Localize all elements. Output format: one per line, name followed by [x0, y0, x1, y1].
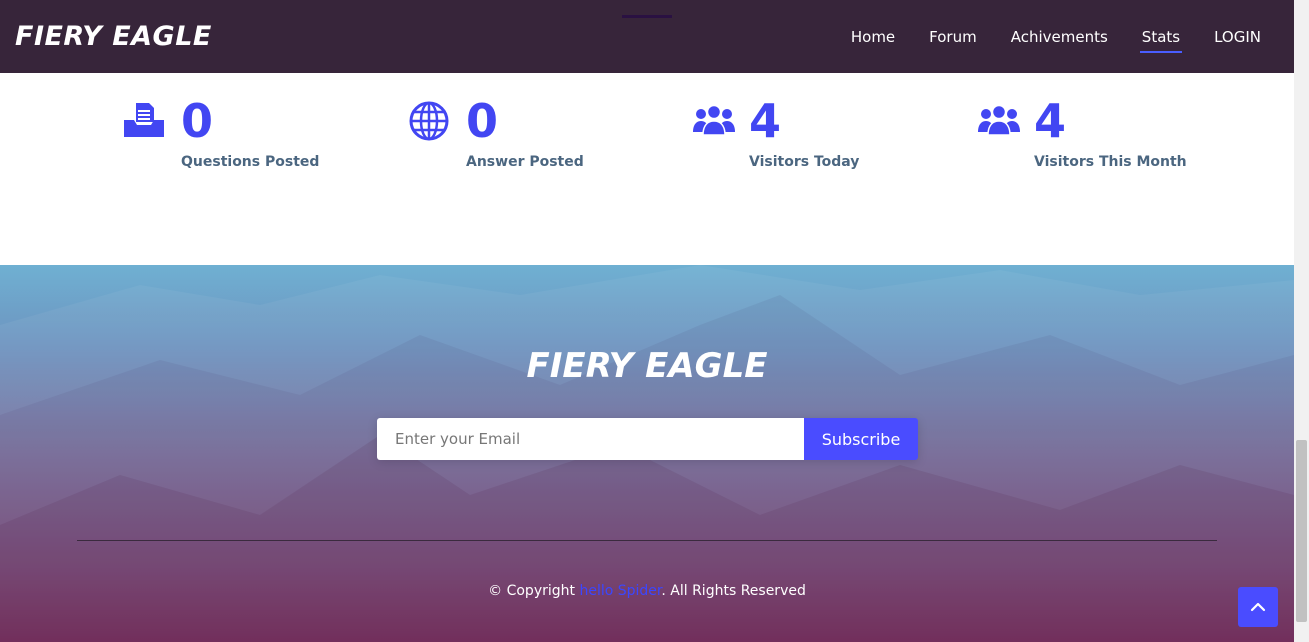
- stat-label: Questions Posted: [181, 154, 320, 170]
- copyright-suffix: . All Rights Reserved: [661, 583, 806, 599]
- stat-visitors-this-month: 4 Visitors This Month: [977, 93, 1237, 193]
- inbox-icon: [124, 103, 164, 137]
- footer: FIERY EAGLE Subscribe © Copyright hello …: [0, 265, 1294, 642]
- scrollbar[interactable]: [1294, 0, 1309, 642]
- stat-value: 0: [466, 94, 499, 148]
- subscribe-button[interactable]: Subscribe: [804, 418, 918, 460]
- stat-value: 4: [749, 94, 782, 148]
- users-icon: [978, 104, 1020, 136]
- nav-item-achivements[interactable]: Achivements: [1009, 22, 1110, 52]
- nav-menu: Home Forum Achivements Stats LOGIN: [819, 0, 1263, 73]
- stat-value: 0: [181, 94, 214, 148]
- copyright-link[interactable]: hello Spider: [579, 583, 661, 599]
- stat-questions-posted: 0 Questions Posted: [124, 93, 384, 193]
- stat-visitors-today: 4 Visitors Today: [692, 93, 952, 193]
- page: FIERY EAGLE Home Forum Achivements Stats…: [0, 0, 1309, 642]
- globe-icon: [409, 101, 449, 141]
- nav-item-stats[interactable]: Stats: [1139, 22, 1183, 53]
- stat-label: Answer Posted: [466, 154, 584, 170]
- stat-label: Visitors This Month: [1034, 154, 1187, 170]
- brand-logo[interactable]: FIERY EAGLE: [15, 17, 212, 57]
- nav-item-login[interactable]: LOGIN: [1212, 22, 1263, 52]
- users-icon: [693, 104, 735, 136]
- stats-section: 0 Questions Posted 0 Answer Posted 4 Vis…: [0, 73, 1294, 265]
- chevron-up-icon: [1250, 602, 1266, 612]
- back-to-top-button[interactable]: [1238, 587, 1278, 627]
- stat-label: Visitors Today: [749, 154, 860, 170]
- subscribe-form: Subscribe: [377, 418, 918, 460]
- navbar: FIERY EAGLE Home Forum Achivements Stats…: [0, 0, 1294, 73]
- footer-divider: [77, 540, 1217, 541]
- copyright: © Copyright hello Spider. All Rights Res…: [0, 583, 1294, 599]
- email-input[interactable]: [377, 418, 804, 460]
- copyright-prefix: © Copyright: [488, 583, 580, 599]
- nav-top-bar: [622, 15, 672, 18]
- nav-item-forum[interactable]: Forum: [927, 22, 979, 52]
- stat-value: 4: [1034, 94, 1067, 148]
- nav-item-home[interactable]: Home: [849, 22, 897, 52]
- stat-answer-posted: 0 Answer Posted: [409, 93, 669, 193]
- scrollbar-thumb[interactable]: [1296, 440, 1307, 622]
- footer-brand: FIERY EAGLE: [526, 346, 768, 386]
